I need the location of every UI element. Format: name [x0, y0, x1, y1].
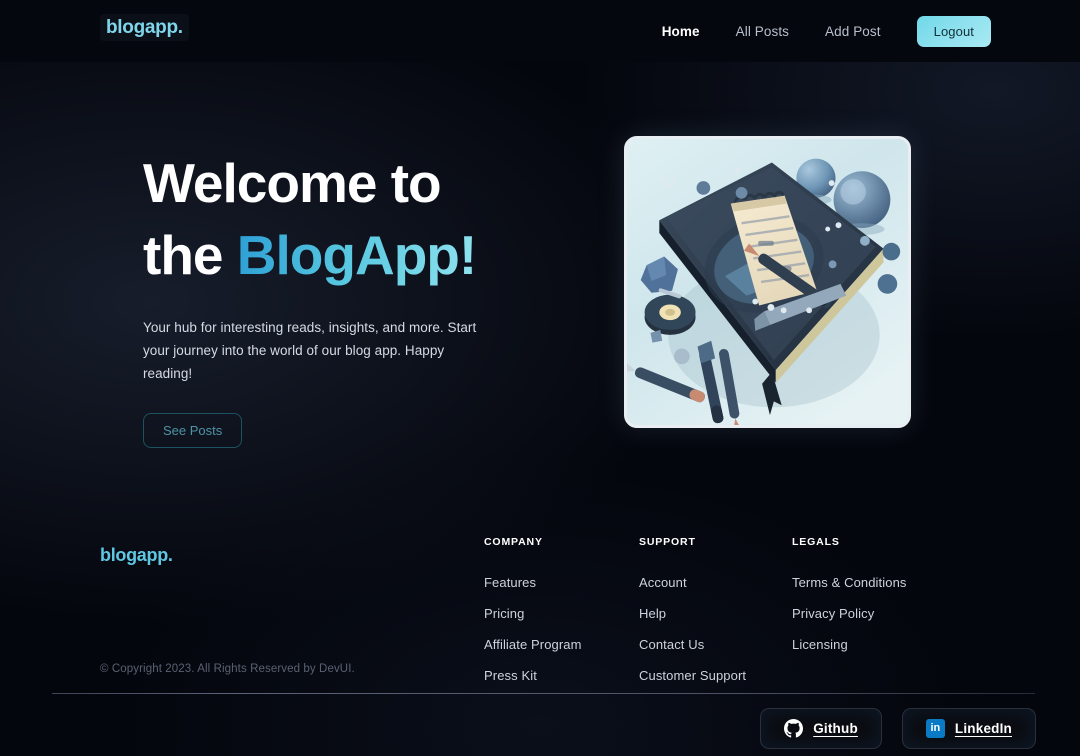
hero-title-brand: BlogApp! — [236, 223, 477, 286]
nav-link-home[interactable]: Home — [662, 24, 700, 39]
see-posts-button[interactable]: See Posts — [143, 412, 243, 448]
page-title: Welcome to the BlogApp! — [143, 148, 563, 291]
footer-logo[interactable]: blogapp. — [100, 545, 173, 566]
notebook-illustration — [627, 139, 908, 425]
hero-title-line2-prefix: the — [143, 223, 237, 286]
linkedin-button[interactable]: in LinkedIn — [901, 708, 1036, 749]
hero-subtitle: Your hub for interesting reads, insights… — [143, 320, 477, 382]
footer-column-title: LEGALS — [792, 536, 840, 548]
footer-link-pricing[interactable]: Pricing — [484, 606, 582, 621]
nav-link-all-posts[interactable]: All Posts — [736, 24, 789, 39]
hero-image — [624, 136, 911, 428]
footer-link-features[interactable]: Features — [484, 575, 582, 590]
hero-section: Welcome to the BlogApp! Your hub for int… — [0, 62, 1080, 482]
footer-link-help[interactable]: Help — [639, 606, 746, 621]
linkedin-button-label: LinkedIn — [954, 721, 1012, 736]
logout-button[interactable]: Logout — [916, 15, 991, 47]
copyright-text: © Copyright 2023. All Rights Reserved by… — [100, 663, 355, 675]
nav-link-add-post[interactable]: Add Post — [825, 24, 881, 39]
page-root: blogapp. Home All Posts Add Post Logout … — [0, 0, 1080, 756]
hero-text-block: Welcome to the BlogApp! Your hub for int… — [143, 148, 563, 448]
footer-link-customer-support[interactable]: Customer Support — [639, 668, 746, 683]
github-button[interactable]: Github — [760, 708, 882, 749]
footer-column-legals: LEGALS Terms & Conditions Privacy Policy… — [792, 536, 907, 668]
footer-column-title: COMPANY — [484, 536, 543, 548]
primary-nav: Home All Posts Add Post Logout — [626, 0, 991, 62]
navbar: blogapp. Home All Posts Add Post Logout — [0, 0, 1080, 62]
footer-column-support: SUPPORT Account Help Contact Us Customer… — [639, 536, 746, 699]
github-icon — [784, 719, 804, 738]
footer-column-company: COMPANY Features Pricing Affiliate Progr… — [484, 536, 582, 699]
footer-link-press-kit[interactable]: Press Kit — [484, 668, 582, 683]
footer-link-account[interactable]: Account — [639, 575, 746, 590]
footer: blogapp. © Copyright 2023. All Rights Re… — [0, 500, 1080, 756]
footer-link-affiliate-program[interactable]: Affiliate Program — [484, 637, 582, 652]
footer-link-contact-us[interactable]: Contact Us — [639, 637, 746, 652]
social-buttons: Github in LinkedIn — [760, 708, 1036, 749]
github-button-label: Github — [813, 721, 858, 736]
footer-divider — [52, 693, 1035, 694]
brand-logo[interactable]: blogapp. — [100, 14, 189, 41]
footer-column-title: SUPPORT — [639, 536, 696, 548]
footer-link-terms-conditions[interactable]: Terms & Conditions — [792, 575, 907, 590]
footer-link-privacy-policy[interactable]: Privacy Policy — [792, 606, 907, 621]
footer-link-licensing[interactable]: Licensing — [792, 637, 907, 652]
hero-title-line1: Welcome to — [143, 152, 442, 214]
linkedin-icon: in — [925, 719, 945, 738]
